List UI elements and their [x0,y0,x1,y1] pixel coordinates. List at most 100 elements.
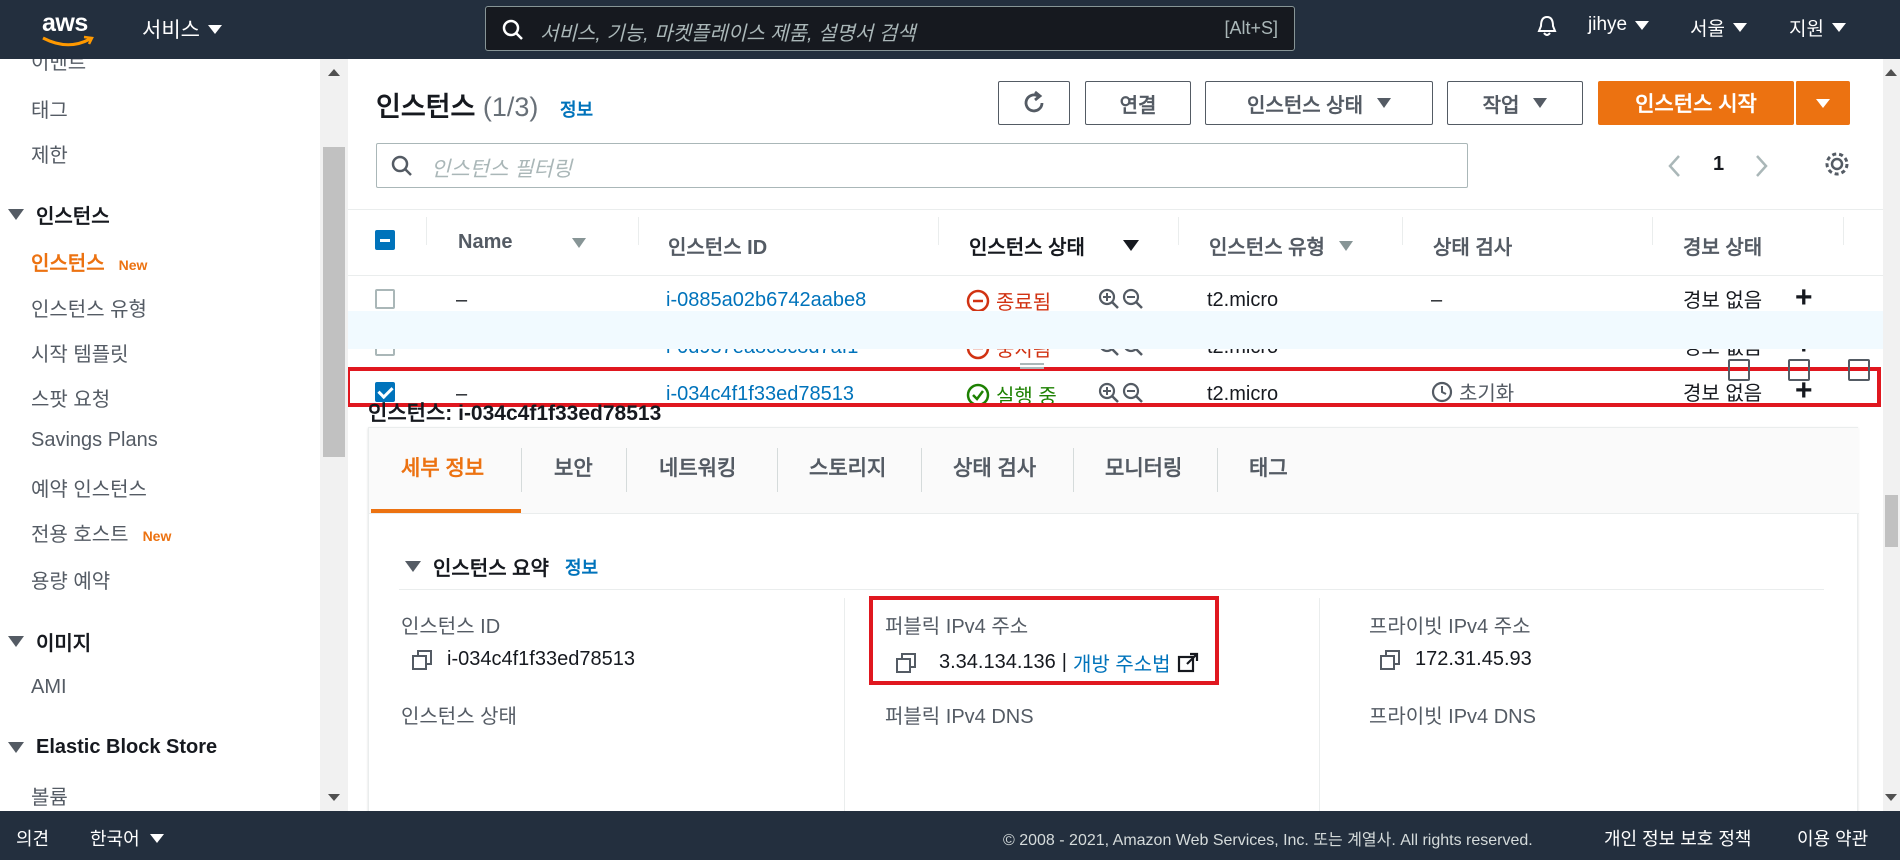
tab-tags[interactable]: 태그 [1249,452,1288,482]
column-header-status-check[interactable]: 상태 검사 [1433,231,1512,260]
sidebar-item-spot-requests[interactable]: 스팟 요청 [31,383,110,412]
actions-button[interactable]: 작업 [1447,81,1583,125]
sidebar-item-reserved-instances[interactable]: 예약 인스턴스 [31,473,147,502]
sidebar-item-events[interactable]: 이벤트 [31,59,86,75]
region-menu[interactable]: 서울 [1690,14,1747,41]
column-header-alarm-status[interactable]: 경보 상태 [1683,231,1762,260]
public-dns-label: 퍼블릭 IPv4 DNS [885,706,1034,728]
sidebar-section-images[interactable]: 이미지 [8,627,91,656]
sidebar-item-limits[interactable]: 제한 [31,139,68,168]
page-title: 인스턴스 (1/3) 정보 [376,92,594,122]
sidebar-item-ami[interactable]: AMI [31,676,67,699]
instance-id-value: i-034c4f1f33ed78513 [411,648,635,671]
sidebar-section-ebs[interactable]: Elastic Block Store [8,736,217,759]
sidebar-item-capacity-reservations[interactable]: 용량 예약 [31,565,110,594]
zoom-out-icon[interactable] [1122,288,1144,310]
page-number[interactable]: 1 [1713,153,1724,176]
column-header-instance-type[interactable]: 인스턴스 유형 [1209,231,1353,260]
info-link[interactable]: 정보 [565,554,598,580]
split-view-side-icon[interactable] [1788,359,1810,381]
tab-security[interactable]: 보안 [554,452,593,482]
terms-link[interactable]: 이용 약관 [1797,825,1868,851]
instance-filter-input[interactable]: 인스턴스 필터링 [376,143,1468,188]
detail-panel: 세부 정보 보안 네트워킹 스토리지 상태 검사 모니터링 태그 인스턴스 요약… [368,427,1859,811]
sidebar-item-instances[interactable]: 인스턴스 New [31,247,147,276]
new-badge: New [142,528,172,544]
tab-details[interactable]: 세부 정보 [401,452,484,482]
privacy-policy-link[interactable]: 개인 정보 보호 정책 [1604,825,1751,851]
chevron-down-icon [1533,98,1548,108]
ip-highlight-annotation [869,596,1219,685]
copy-icon[interactable] [411,649,433,671]
chevron-down-icon [1732,23,1747,32]
new-badge: New [118,257,148,273]
main-scrollbar[interactable] [1883,59,1900,811]
column-header-name[interactable]: Name [458,231,586,254]
sidebar-section-instances[interactable]: 인스턴스 [8,200,110,229]
sidebar-item-instance-types[interactable]: 인스턴스 유형 [31,293,147,322]
sort-icon [572,237,586,248]
notifications-button[interactable] [1535,14,1559,38]
instance-state-label: 인스턴스 상태 [401,706,517,728]
connect-button[interactable]: 연결 [1085,81,1191,125]
next-page-button[interactable] [1754,153,1770,186]
settings-button[interactable] [1824,151,1850,184]
sidebar-item-volumes[interactable]: 볼륨 [31,781,68,810]
copy-icon[interactable] [1379,649,1401,671]
column-header-instance-state[interactable]: 인스턴스 상태 [969,231,1139,260]
launch-instance-button[interactable]: 인스턴스 시작 [1598,81,1794,125]
tab-monitoring[interactable]: 모니터링 [1105,452,1182,482]
column-header-instance-id[interactable]: 인스턴스 ID [668,231,767,260]
scroll-down-icon[interactable] [1885,794,1897,801]
scroll-down-icon[interactable] [328,794,340,801]
chevron-down-icon [1376,98,1391,108]
private-dns-label: 프라이빗 IPv4 DNS [1369,706,1536,728]
scrollbar-thumb[interactable] [1885,495,1898,547]
resize-handle[interactable] [1020,363,1044,369]
support-menu[interactable]: 지원 [1789,14,1846,41]
split-view-bottom-icon[interactable] [1728,359,1750,381]
sidebar-item-savings-plans[interactable]: Savings Plans [31,429,158,452]
sort-icon [1338,240,1353,251]
sidebar: 이벤트 태그 제한 인스턴스 인스턴스 New 인스턴스 유형 시작 템플릿 스팟… [0,59,320,811]
bell-icon [1537,15,1557,36]
row-checkbox[interactable] [375,289,395,309]
prev-page-button[interactable] [1666,153,1682,186]
tab-status-checks[interactable]: 상태 검사 [953,452,1036,482]
chevron-down-icon [1831,23,1846,32]
refresh-button[interactable] [998,81,1070,125]
scroll-up-icon[interactable] [328,69,340,76]
sidebar-item-launch-templates[interactable]: 시작 템플릿 [31,338,129,367]
sidebar-scrollbar[interactable] [320,59,348,811]
detail-tabs: 세부 정보 보안 네트워킹 스토리지 상태 검사 모니터링 태그 [369,428,1859,514]
add-alarm-button[interactable]: + [1795,283,1813,313]
chevron-down-icon [1816,98,1830,108]
sort-desc-icon [1123,240,1139,251]
services-menu[interactable]: 서비스 [142,14,222,44]
table-row-selected[interactable] [348,311,1883,349]
select-all-checkbox[interactable] [375,230,395,250]
chevron-left-icon [1668,155,1680,177]
scroll-up-icon[interactable] [1885,69,1897,76]
instance-id-link[interactable]: i-0885a02b6742aabe8 [666,289,866,312]
sidebar-item-tags[interactable]: 태그 [31,94,68,123]
launch-options-button[interactable] [1795,81,1850,125]
sidebar-item-dedicated-hosts[interactable]: 전용 호스트 New [31,518,171,547]
feedback-link[interactable]: 의견 [16,825,49,851]
info-link[interactable]: 정보 [560,100,593,120]
instance-state-button[interactable]: 인스턴스 상태 [1205,81,1433,125]
zoom-in-icon[interactable] [1098,288,1120,310]
stopped-icon [966,289,990,312]
aws-logo[interactable]: aws [40,9,96,49]
caret-down-icon [8,636,24,647]
full-view-icon[interactable] [1848,359,1870,381]
tab-networking[interactable]: 네트워킹 [659,452,736,482]
main-content: 인스턴스 (1/3) 정보 연결 인스턴스 상태 작업 인스턴스 시작 인스턴스… [348,59,1883,811]
instance-summary-header[interactable]: 인스턴스 요약 정보 [405,552,598,581]
language-selector[interactable]: 한국어 [90,825,164,851]
tab-storage[interactable]: 스토리지 [809,452,886,482]
refresh-icon [1024,90,1044,113]
user-menu[interactable]: jihye [1588,14,1650,36]
global-search-input[interactable]: 서비스, 기능, 마켓플레이스 제품, 설명서 검색 [Alt+S] [485,6,1295,51]
scrollbar-thumb[interactable] [323,147,345,457]
